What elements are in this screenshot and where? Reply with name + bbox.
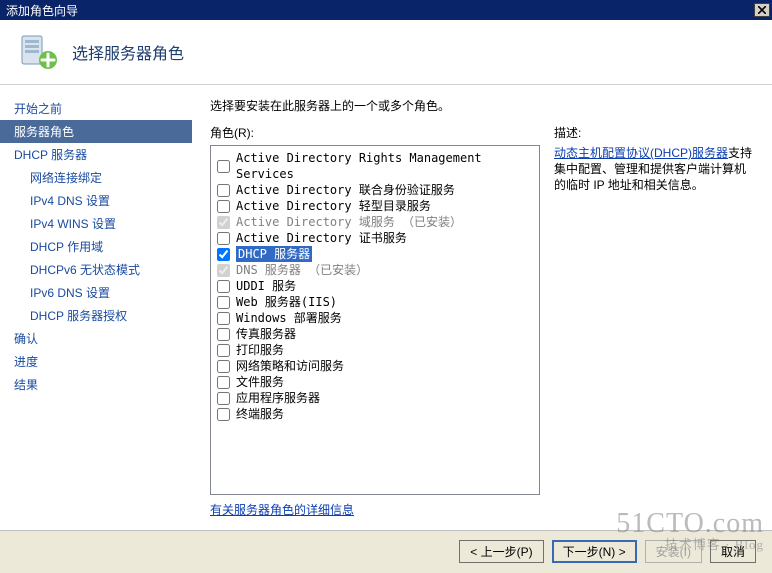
role-label: 文件服务 — [236, 374, 284, 390]
role-item[interactable]: 网络策略和访问服务 — [217, 358, 533, 374]
roles-label: 角色(R): — [210, 124, 540, 141]
role-checkbox[interactable] — [217, 160, 230, 173]
role-checkbox[interactable] — [217, 248, 230, 261]
description-heading: 描述: — [554, 124, 752, 141]
server-role-icon — [18, 32, 58, 72]
more-info-row: 有关服务器角色的详细信息 — [210, 501, 540, 518]
sidebar-item[interactable]: 开始之前 — [0, 97, 192, 120]
role-label: 终端服务 — [236, 406, 284, 422]
back-button[interactable]: < 上一步(P) — [459, 540, 543, 563]
role-checkbox[interactable] — [217, 296, 230, 309]
role-checkbox[interactable] — [217, 312, 230, 325]
role-checkbox[interactable] — [217, 232, 230, 245]
cancel-button[interactable]: 取消 — [710, 540, 756, 563]
role-label: Active Directory 联合身份验证服务 — [236, 182, 455, 198]
sidebar-item[interactable]: IPv4 WINS 设置 — [0, 212, 192, 235]
close-button[interactable] — [754, 3, 770, 17]
role-label: Web 服务器(IIS) — [236, 294, 337, 310]
sidebar-item[interactable]: 确认 — [0, 327, 192, 350]
role-label: 传真服务器 — [236, 326, 296, 342]
role-label: UDDI 服务 — [236, 278, 296, 294]
role-label: Active Directory 证书服务 — [236, 230, 407, 246]
role-label: 打印服务 — [236, 342, 284, 358]
main-panel: 选择要安装在此服务器上的一个或多个角色。 角色(R): Active Direc… — [192, 85, 772, 530]
role-checkbox[interactable] — [217, 376, 230, 389]
role-item[interactable]: 传真服务器 — [217, 326, 533, 342]
role-label: Active Directory 域服务 （已安装） — [236, 214, 462, 230]
role-item[interactable]: 应用程序服务器 — [217, 390, 533, 406]
description-link[interactable]: 动态主机配置协议(DHCP)服务器 — [554, 146, 728, 160]
role-label: Windows 部署服务 — [236, 310, 342, 326]
sidebar-item[interactable]: DHCP 服务器授权 — [0, 304, 192, 327]
role-label: 网络策略和访问服务 — [236, 358, 344, 374]
role-item: Active Directory 域服务 （已安装） — [217, 214, 533, 230]
description-panel: 描述: 动态主机配置协议(DHCP)服务器支持集中配置、管理和提供客户端计算机的… — [554, 124, 762, 530]
sidebar-item[interactable]: 网络连接绑定 — [0, 166, 192, 189]
role-checkbox — [217, 264, 230, 277]
next-button[interactable]: 下一步(N) > — [552, 540, 637, 563]
role-item: DNS 服务器 （已安装） — [217, 262, 533, 278]
role-checkbox[interactable] — [217, 184, 230, 197]
role-checkbox[interactable] — [217, 392, 230, 405]
titlebar: 添加角色向导 — [0, 0, 772, 20]
role-item[interactable]: Active Directory 轻型目录服务 — [217, 198, 533, 214]
page-title: 选择服务器角色 — [72, 40, 184, 64]
role-item[interactable]: Web 服务器(IIS) — [217, 294, 533, 310]
role-checkbox[interactable] — [217, 328, 230, 341]
sidebar-item[interactable]: IPv6 DNS 设置 — [0, 281, 192, 304]
role-item[interactable]: Active Directory 联合身份验证服务 — [217, 182, 533, 198]
window-title: 添加角色向导 — [6, 2, 78, 19]
sidebar-item[interactable]: DHCP 作用域 — [0, 235, 192, 258]
role-item[interactable]: 终端服务 — [217, 406, 533, 422]
role-checkbox[interactable] — [217, 280, 230, 293]
sidebar-item[interactable]: DHCP 服务器 — [0, 143, 192, 166]
close-icon — [758, 6, 766, 14]
wizard-footer: < 上一步(P) 下一步(N) > 安装(I) 取消 — [0, 530, 772, 572]
role-checkbox[interactable] — [217, 200, 230, 213]
role-label: Active Directory Rights Management Servi… — [236, 150, 533, 182]
role-item[interactable]: Active Directory 证书服务 — [217, 230, 533, 246]
role-item[interactable]: UDDI 服务 — [217, 278, 533, 294]
role-label: 应用程序服务器 — [236, 390, 320, 406]
role-label: DNS 服务器 （已安装） — [236, 262, 368, 278]
role-item[interactable]: Active Directory Rights Management Servi… — [217, 150, 533, 182]
sidebar-item[interactable]: 进度 — [0, 350, 192, 373]
roles-listbox[interactable]: Active Directory Rights Management Servi… — [210, 145, 540, 495]
role-label: DHCP 服务器 — [236, 246, 312, 262]
install-button: 安装(I) — [645, 540, 702, 563]
role-item[interactable]: 文件服务 — [217, 374, 533, 390]
role-label: Active Directory 轻型目录服务 — [236, 198, 431, 214]
sidebar-item[interactable]: IPv4 DNS 设置 — [0, 189, 192, 212]
role-checkbox[interactable] — [217, 344, 230, 357]
wizard-sidebar: 开始之前服务器角色DHCP 服务器网络连接绑定IPv4 DNS 设置IPv4 W… — [0, 85, 192, 530]
sidebar-item[interactable]: 服务器角色 — [0, 120, 192, 143]
role-item[interactable]: DHCP 服务器 — [217, 246, 533, 262]
role-checkbox[interactable] — [217, 408, 230, 421]
more-info-link[interactable]: 有关服务器角色的详细信息 — [210, 503, 354, 517]
instruction-text: 选择要安装在此服务器上的一个或多个角色。 — [210, 97, 762, 114]
role-item[interactable]: 打印服务 — [217, 342, 533, 358]
role-checkbox[interactable] — [217, 360, 230, 373]
description-text: 动态主机配置协议(DHCP)服务器支持集中配置、管理和提供客户端计算机的临时 I… — [554, 145, 752, 193]
sidebar-item[interactable]: 结果 — [0, 373, 192, 396]
sidebar-item[interactable]: DHCPv6 无状态模式 — [0, 258, 192, 281]
role-checkbox — [217, 216, 230, 229]
wizard-header: 选择服务器角色 — [0, 20, 772, 85]
role-item[interactable]: Windows 部署服务 — [217, 310, 533, 326]
